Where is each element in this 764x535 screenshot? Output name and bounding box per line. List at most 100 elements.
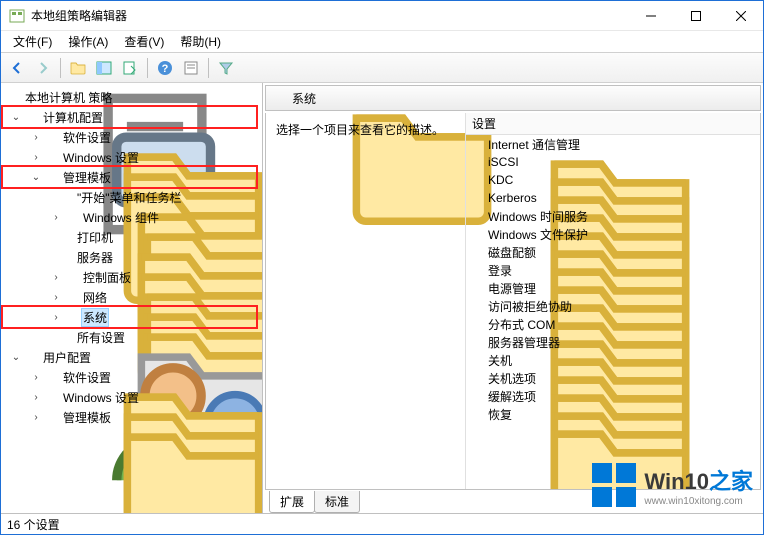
chevron-down-icon[interactable]: ⌄ bbox=[9, 352, 23, 363]
list-item[interactable]: 分布式 COM bbox=[466, 315, 760, 333]
list-item[interactable]: Internet 通信管理 bbox=[466, 135, 760, 153]
show-hide-tree-button[interactable] bbox=[92, 56, 116, 80]
chevron-right-icon[interactable]: › bbox=[29, 392, 43, 403]
toolbar-separator bbox=[147, 58, 148, 78]
chevron-right-icon[interactable]: › bbox=[29, 412, 43, 423]
list-item[interactable]: 电源管理 bbox=[466, 279, 760, 297]
folder-icon bbox=[57, 229, 73, 245]
list-item[interactable]: 访问被拒绝协助 bbox=[466, 297, 760, 315]
titlebar: 本地组策略编辑器 bbox=[1, 1, 763, 31]
toolbar-separator bbox=[208, 58, 209, 78]
maximize-button[interactable] bbox=[673, 1, 718, 31]
list-item-label: 关机选项 bbox=[488, 370, 536, 387]
details-tabs: 扩展 标准 bbox=[263, 491, 763, 513]
list-item-label: 登录 bbox=[488, 262, 512, 279]
list-item-label: 缓解选项 bbox=[488, 388, 536, 405]
policy-icon bbox=[5, 89, 21, 105]
chevron-down-icon[interactable]: ⌄ bbox=[9, 112, 23, 123]
toolbar-separator bbox=[60, 58, 61, 78]
forward-button[interactable] bbox=[31, 56, 55, 80]
folder-icon bbox=[470, 190, 486, 206]
tab-extended[interactable]: 扩展 bbox=[269, 491, 315, 513]
up-button[interactable] bbox=[66, 56, 90, 80]
list-item[interactable]: 服务器管理器 bbox=[466, 333, 760, 351]
tree-system[interactable]: ›系统 bbox=[1, 307, 262, 327]
computer-icon bbox=[23, 109, 39, 125]
column-header-setting[interactable]: 设置 bbox=[466, 113, 760, 135]
list-item[interactable]: 关机选项 bbox=[466, 369, 760, 387]
folder-icon bbox=[43, 149, 59, 165]
chevron-right-icon[interactable]: › bbox=[29, 152, 43, 163]
tree-item[interactable]: "开始"菜单和任务栏 bbox=[1, 187, 262, 207]
back-button[interactable] bbox=[5, 56, 29, 80]
chevron-down-icon[interactable]: ⌄ bbox=[29, 172, 43, 183]
list-item[interactable]: iSCSI bbox=[466, 153, 760, 171]
tree-item[interactable]: ›管理模板 bbox=[1, 407, 262, 427]
menu-file[interactable]: 文件(F) bbox=[5, 31, 60, 52]
folder-icon bbox=[43, 389, 59, 405]
svg-text:?: ? bbox=[162, 63, 169, 75]
list-item-label: iSCSI bbox=[488, 155, 519, 169]
list-item[interactable]: 登录 bbox=[466, 261, 760, 279]
settings-folder-icon bbox=[57, 329, 73, 345]
tree-item[interactable]: ›Windows 设置 bbox=[1, 387, 262, 407]
folder-icon bbox=[43, 129, 59, 145]
export-list-button[interactable] bbox=[118, 56, 142, 80]
chevron-right-icon[interactable]: › bbox=[29, 372, 43, 383]
tree-item[interactable]: 服务器 bbox=[1, 247, 262, 267]
tree-item[interactable]: ›软件设置 bbox=[1, 127, 262, 147]
list-item[interactable]: Windows 文件保护 bbox=[466, 225, 760, 243]
list-item[interactable]: 关机 bbox=[466, 351, 760, 369]
properties-button[interactable] bbox=[179, 56, 203, 80]
list-item-label: 电源管理 bbox=[488, 280, 536, 297]
tree-item[interactable]: 打印机 bbox=[1, 227, 262, 247]
menu-view[interactable]: 查看(V) bbox=[116, 31, 172, 52]
folder-icon bbox=[470, 154, 486, 170]
folder-icon bbox=[43, 369, 59, 385]
chevron-right-icon[interactable]: › bbox=[49, 292, 63, 303]
folder-icon bbox=[272, 90, 288, 106]
chevron-right-icon[interactable]: › bbox=[49, 272, 63, 283]
tree-computer-config[interactable]: ⌄ 计算机配置 bbox=[1, 107, 262, 127]
tree-item[interactable]: 所有设置 bbox=[1, 327, 262, 347]
list-item[interactable]: Kerberos bbox=[466, 189, 760, 207]
chevron-right-icon[interactable]: › bbox=[49, 312, 63, 323]
details-panel: 系统 选择一个项目来查看它的描述。 设置 Internet 通信管理 iSCSI K… bbox=[263, 83, 763, 513]
list-item[interactable]: KDC bbox=[466, 171, 760, 189]
tab-standard[interactable]: 标准 bbox=[314, 491, 360, 513]
chevron-right-icon[interactable]: › bbox=[29, 132, 43, 143]
tree-item[interactable]: ›Windows 组件 bbox=[1, 207, 262, 227]
folder-icon bbox=[470, 226, 486, 242]
folder-icon bbox=[470, 334, 486, 350]
list-item-label: Internet 通信管理 bbox=[488, 136, 580, 153]
help-button[interactable]: ? bbox=[153, 56, 177, 80]
list-item[interactable]: 恢复 bbox=[466, 405, 760, 423]
minimize-button[interactable] bbox=[628, 1, 673, 31]
filter-button[interactable] bbox=[214, 56, 238, 80]
tree-item[interactable]: ›控制面板 bbox=[1, 267, 262, 287]
list-item-label: KDC bbox=[488, 173, 513, 187]
details-header: 系统 bbox=[265, 85, 761, 111]
tree-root[interactable]: 本地计算机 策略 bbox=[1, 87, 262, 107]
tree-item[interactable]: ›软件设置 bbox=[1, 367, 262, 387]
tree-item[interactable]: ›Windows 设置 bbox=[1, 147, 262, 167]
list-item[interactable]: 缓解选项 bbox=[466, 387, 760, 405]
tree-user-config[interactable]: ⌄用户配置 bbox=[1, 347, 262, 367]
content-area: 本地计算机 策略 ⌄ 计算机配置 ›软件设置 ›Windows 设置 ⌄管理模板… bbox=[1, 83, 763, 513]
menu-help[interactable]: 帮助(H) bbox=[172, 31, 229, 52]
folder-icon bbox=[470, 388, 486, 404]
folder-icon bbox=[63, 209, 79, 225]
tree-item[interactable]: ›网络 bbox=[1, 287, 262, 307]
list-item[interactable]: Windows 时间服务 bbox=[466, 207, 760, 225]
tree-panel: 本地计算机 策略 ⌄ 计算机配置 ›软件设置 ›Windows 设置 ⌄管理模板… bbox=[1, 83, 263, 513]
folder-icon bbox=[43, 409, 59, 425]
details-body: 选择一个项目来查看它的描述。 设置 Internet 通信管理 iSCSI KDC K… bbox=[265, 113, 761, 490]
chevron-right-icon[interactable]: › bbox=[49, 212, 63, 223]
description-column: 选择一个项目来查看它的描述。 bbox=[266, 113, 466, 489]
list-item-label: 恢复 bbox=[488, 406, 512, 423]
list-item[interactable]: 磁盘配额 bbox=[466, 243, 760, 261]
menu-action[interactable]: 操作(A) bbox=[60, 31, 116, 52]
close-button[interactable] bbox=[718, 1, 763, 31]
folder-icon bbox=[470, 262, 486, 278]
tree-admin-templates[interactable]: ⌄管理模板 bbox=[1, 167, 262, 187]
